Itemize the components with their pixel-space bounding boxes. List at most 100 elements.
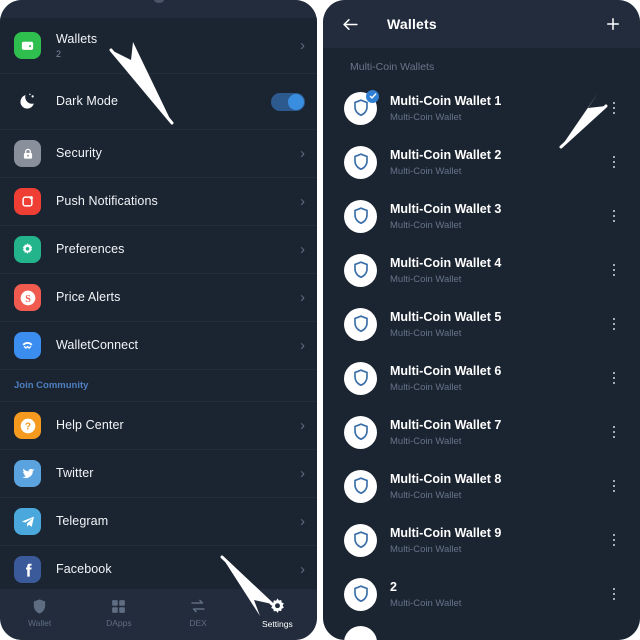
chevron-right-icon: › [300, 465, 305, 482]
gear-icon [268, 597, 287, 616]
tab-label: Wallet [27, 617, 52, 628]
sidebar-item-walletconnect[interactable]: WalletConnect › [0, 322, 317, 370]
more-options-icon[interactable] [606, 207, 622, 226]
bell-square-icon [14, 188, 41, 215]
plus-icon[interactable] [602, 13, 624, 35]
list-item[interactable]: 2 Multi-Coin Wallet [323, 567, 640, 621]
wallet-subtitle: Multi-Coin Wallet [390, 111, 462, 123]
sidebar-item-preferences[interactable]: Preferences › [0, 226, 317, 274]
avatar [344, 415, 377, 449]
section-header-join-community: Join Community [0, 370, 317, 402]
more-options-icon[interactable] [606, 531, 622, 550]
avatar [344, 523, 377, 557]
wallet-name: Multi-Coin Wallet 6 [390, 363, 502, 378]
sidebar-item-label: Price Alerts [56, 290, 121, 304]
screenshot-root: Wallets 2 › Dark Mode Security › Push No… [0, 0, 640, 640]
list-item[interactable]: Multi-Coin Wallet 6 Multi-Coin Wallet [323, 351, 640, 405]
selected-check-icon [366, 89, 379, 103]
chevron-right-icon: › [300, 145, 305, 162]
sidebar-item-wallets[interactable]: Wallets 2 › [0, 18, 317, 74]
chevron-right-icon: › [300, 241, 305, 258]
wallets-group-header: Multi-Coin Wallets [350, 61, 435, 73]
tab-wallet[interactable]: Wallet [0, 598, 79, 628]
sidebar-item-facebook[interactable]: Facebook › [0, 546, 317, 589]
grid-icon [110, 598, 127, 615]
list-item-texts: Multi-Coin Wallet 3 Multi-Coin Wallet [390, 201, 606, 232]
tab-label: Settings [262, 618, 293, 629]
list-item[interactable]: Multi-Coin Wallet 7 Multi-Coin Wallet [323, 405, 640, 459]
sidebar-item-twitter[interactable]: Twitter › [0, 450, 317, 498]
sidebar-item-wallets-labels: Wallets 2 [56, 32, 294, 60]
dark-mode-toggle[interactable] [271, 92, 305, 111]
list-item-partial [323, 626, 640, 640]
wallet-subtitle: Multi-Coin Wallet [390, 381, 462, 393]
section-header-label: Join Community [14, 380, 89, 391]
more-options-icon[interactable] [606, 261, 622, 280]
list-item-texts: 2 Multi-Coin Wallet [390, 579, 606, 610]
wallet-name: Multi-Coin Wallet 5 [390, 309, 502, 324]
chevron-right-icon: › [300, 289, 305, 306]
sidebar-item-twitter-labels: Twitter [56, 466, 294, 481]
tab-dapps[interactable]: DApps [79, 598, 158, 628]
more-options-icon[interactable] [606, 369, 622, 388]
sidebar-item-label: WalletConnect [56, 338, 139, 352]
chevron-right-icon: › [300, 37, 305, 54]
moon-icon [14, 88, 41, 115]
sidebar-item-push-notifications[interactable]: Push Notifications › [0, 178, 317, 226]
svg-text:S: S [25, 293, 31, 304]
list-item[interactable]: Multi-Coin Wallet 1 Multi-Coin Wallet [323, 81, 640, 135]
tab-settings[interactable]: Settings [238, 597, 317, 629]
list-item[interactable]: Multi-Coin Wallet 5 Multi-Coin Wallet [323, 297, 640, 351]
list-item[interactable]: Multi-Coin Wallet 8 Multi-Coin Wallet [323, 459, 640, 513]
more-options-icon[interactable] [606, 423, 622, 442]
sidebar-item-price-alerts[interactable]: S Price Alerts › [0, 274, 317, 322]
wallet-name: Multi-Coin Wallet 1 [390, 93, 502, 108]
more-options-icon[interactable] [606, 585, 622, 604]
list-item[interactable]: Multi-Coin Wallet 3 Multi-Coin Wallet [323, 189, 640, 243]
avatar [344, 577, 377, 611]
list-item-texts: Multi-Coin Wallet 2 Multi-Coin Wallet [390, 147, 606, 178]
more-options-icon[interactable] [606, 99, 622, 118]
list-item[interactable]: Multi-Coin Wallet 9 Multi-Coin Wallet [323, 513, 640, 567]
list-item-texts: Multi-Coin Wallet 4 Multi-Coin Wallet [390, 255, 606, 286]
sidebar-item-label: Dark Mode [56, 94, 119, 108]
wallet-subtitle: Multi-Coin Wallet [390, 543, 462, 555]
chevron-right-icon: › [300, 417, 305, 434]
wallet-subtitle: Multi-Coin Wallet [390, 435, 462, 447]
shield-icon [31, 598, 48, 615]
list-item-texts: Multi-Coin Wallet 8 Multi-Coin Wallet [390, 471, 606, 502]
sidebar-item-help-labels: Help Center [56, 418, 294, 433]
wallet-name: Multi-Coin Wallet 7 [390, 417, 502, 432]
wallet-name: Multi-Coin Wallet 4 [390, 255, 502, 270]
tab-label: DEX [189, 618, 207, 628]
sidebar-item-push-labels: Push Notifications [56, 194, 294, 209]
list-item-texts: Multi-Coin Wallet 5 Multi-Coin Wallet [390, 309, 606, 340]
sidebar-item-telegram-labels: Telegram [56, 514, 294, 529]
bottom-tab-bar: Wallet DApps DEX Settings [0, 589, 317, 640]
wallet-subtitle: Multi-Coin Wallet [390, 327, 462, 339]
wallet-name: 2 [390, 579, 397, 594]
chevron-right-icon: › [300, 513, 305, 530]
sidebar-item-telegram[interactable]: Telegram › [0, 498, 317, 546]
avatar [344, 626, 377, 640]
sidebar-item-label: Security [56, 146, 102, 160]
settings-panel: Wallets 2 › Dark Mode Security › Push No… [0, 0, 317, 640]
sidebar-item-preferences-labels: Preferences [56, 242, 294, 257]
tab-dex[interactable]: DEX [159, 597, 238, 628]
more-options-icon[interactable] [606, 477, 622, 496]
sidebar-item-label: Facebook [56, 562, 112, 576]
wallet-subtitle: Multi-Coin Wallet [390, 597, 462, 609]
more-options-icon[interactable] [606, 153, 622, 172]
sidebar-item-security[interactable]: Security › [0, 130, 317, 178]
sidebar-item-help-center[interactable]: ? Help Center › [0, 402, 317, 450]
list-item[interactable]: Multi-Coin Wallet 2 Multi-Coin Wallet [323, 135, 640, 189]
tab-label: DApps [106, 617, 132, 628]
wallet-name: Multi-Coin Wallet 2 [390, 147, 502, 162]
arrow-left-icon[interactable] [339, 13, 361, 35]
toggle-knob [288, 93, 304, 110]
question-icon: ? [14, 412, 41, 439]
list-item[interactable]: Multi-Coin Wallet 4 Multi-Coin Wallet [323, 243, 640, 297]
avatar [344, 307, 377, 341]
sidebar-item-dark-mode[interactable]: Dark Mode [0, 74, 317, 130]
more-options-icon[interactable] [606, 315, 622, 334]
